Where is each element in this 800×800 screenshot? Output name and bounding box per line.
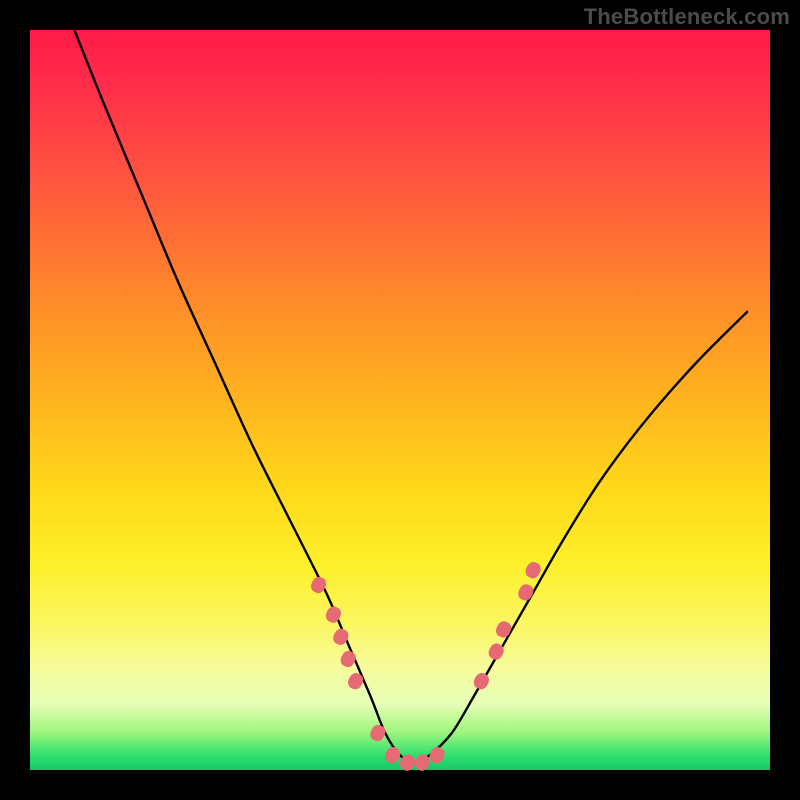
- pink-marker: [323, 604, 343, 625]
- bottleneck-curve: [74, 30, 747, 763]
- curve-layer: [30, 30, 770, 770]
- pink-marker: [471, 671, 491, 692]
- pink-marker: [383, 745, 403, 766]
- pink-marker-layer: [309, 560, 543, 773]
- pink-marker: [338, 649, 358, 670]
- pink-marker: [368, 723, 388, 744]
- pink-marker: [346, 671, 366, 692]
- pink-marker: [516, 582, 536, 603]
- chart-frame: TheBottleneck.com: [0, 0, 800, 800]
- pink-marker: [494, 619, 514, 640]
- watermark-text: TheBottleneck.com: [584, 4, 790, 30]
- pink-marker: [427, 745, 447, 766]
- plot-area: [30, 30, 770, 770]
- pink-marker: [523, 560, 543, 581]
